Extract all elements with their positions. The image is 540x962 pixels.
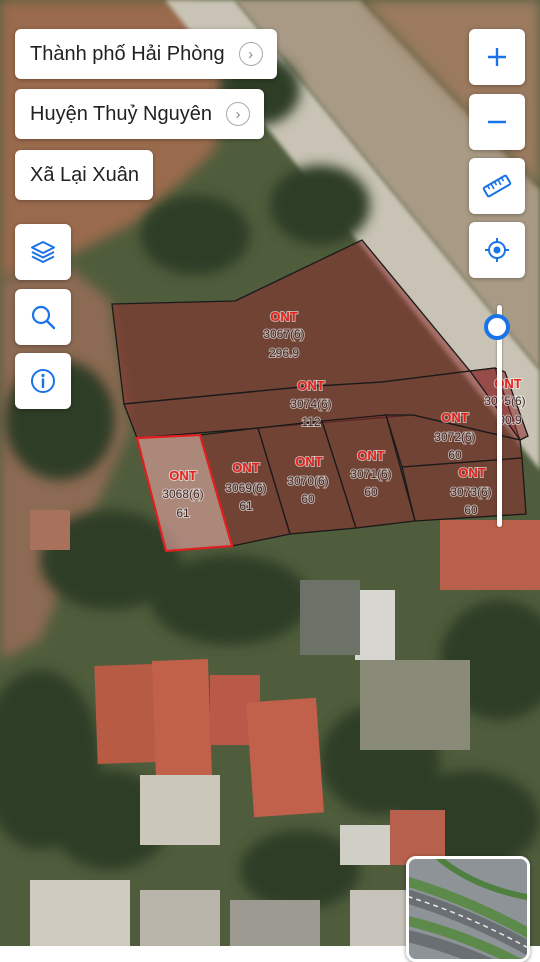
zoom-slider-handle[interactable] <box>484 314 510 341</box>
svg-text:3071(6): 3071(6) <box>350 467 391 481</box>
svg-text:61: 61 <box>239 499 253 513</box>
measure-button[interactable] <box>469 158 525 214</box>
svg-text:296.9: 296.9 <box>269 346 299 360</box>
svg-text:3070(6): 3070(6) <box>287 474 328 488</box>
locate-button[interactable] <box>469 222 525 278</box>
breadcrumb-commune[interactable]: Xã Lại Xuân <box>15 150 153 200</box>
svg-text:3073(6): 3073(6) <box>450 485 491 499</box>
svg-text:3072(6): 3072(6) <box>434 430 475 444</box>
breadcrumb-district[interactable]: Huyện Thuỷ Nguyên › <box>15 89 264 139</box>
breadcrumb-district-label: Huyện Thuỷ Nguyên <box>30 102 212 125</box>
satellite-map[interactable]: ONT 3067(6) 296.9 ONT 3074(6) 112 ONT 30… <box>0 0 540 946</box>
layers-button[interactable] <box>15 224 71 280</box>
zoom-in-button[interactable] <box>469 29 525 85</box>
basemap-thumbnail[interactable] <box>406 856 530 962</box>
zoom-out-button[interactable] <box>469 94 525 150</box>
svg-text:3075(6): 3075(6) <box>484 394 525 408</box>
svg-text:60: 60 <box>448 448 462 462</box>
svg-text:ONT: ONT <box>297 378 325 393</box>
svg-text:ONT: ONT <box>169 468 197 483</box>
svg-text:3069(6): 3069(6) <box>225 481 266 495</box>
info-button[interactable] <box>15 353 71 409</box>
search-button[interactable] <box>15 289 71 345</box>
breadcrumb-city-label: Thành phố Hải Phòng <box>30 42 225 65</box>
svg-text:ONT: ONT <box>357 448 385 463</box>
svg-text:3074(6): 3074(6) <box>290 397 331 411</box>
svg-text:ONT: ONT <box>232 460 260 475</box>
zoom-in-icon <box>488 48 506 66</box>
svg-text:61: 61 <box>176 506 190 520</box>
svg-text:ONT: ONT <box>458 465 486 480</box>
ruler-icon <box>482 174 512 198</box>
svg-text:ONT: ONT <box>441 410 469 425</box>
svg-text:60: 60 <box>364 485 378 499</box>
svg-text:60: 60 <box>464 503 478 517</box>
svg-text:112: 112 <box>301 415 320 429</box>
svg-text:ONT: ONT <box>295 454 323 469</box>
svg-text:3068(6): 3068(6) <box>162 487 203 501</box>
locate-icon <box>485 238 509 262</box>
basemap-preview-icon <box>409 859 527 959</box>
satellite-imagery: ONT 3067(6) 296.9 ONT 3074(6) 112 ONT 30… <box>0 0 540 946</box>
breadcrumb-commune-label: Xã Lại Xuân <box>30 163 139 186</box>
search-icon <box>31 305 56 330</box>
info-icon <box>31 369 55 393</box>
chevron-right-icon: › <box>225 102 250 126</box>
chevron-right-icon: › <box>238 42 263 66</box>
layers-icon <box>31 241 55 263</box>
svg-text:60: 60 <box>301 492 315 506</box>
svg-text:ONT: ONT <box>270 309 298 324</box>
svg-text:3067(6): 3067(6) <box>263 327 304 341</box>
zoom-out-icon <box>488 120 506 124</box>
breadcrumb-city[interactable]: Thành phố Hải Phòng › <box>15 29 277 79</box>
